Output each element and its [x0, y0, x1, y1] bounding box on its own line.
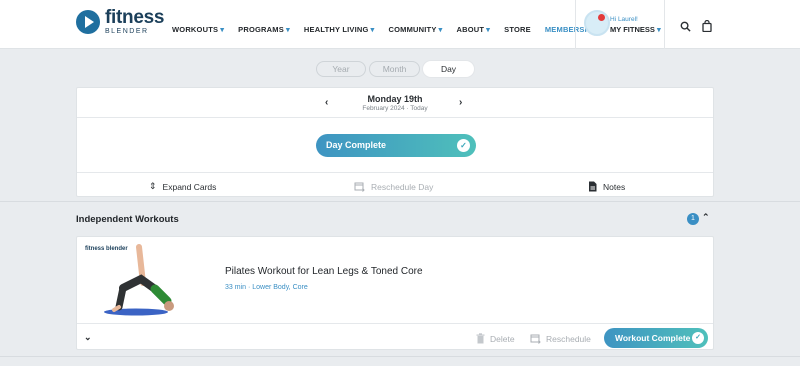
view-toggle-day[interactable]: Day — [423, 61, 474, 77]
logo-text-fitness: fitness — [105, 7, 165, 28]
reschedule-button[interactable]: Reschedule — [530, 333, 591, 344]
day-actions: ⇕ Expand Cards Reschedule Day Notes — [77, 172, 713, 198]
workout-complete-button[interactable]: Workout Complete ✓ — [604, 328, 708, 348]
day-panel: ‹ Monday 19th February 2024 · Today › Da… — [76, 87, 714, 197]
avatar[interactable] — [584, 10, 610, 36]
delete-button[interactable]: Delete — [476, 333, 515, 344]
user-greeting: Hi Laurel! — [610, 16, 638, 23]
nav-healthy-living[interactable]: HEALTHY LIVING ▾ — [304, 25, 375, 34]
shopping-bag-icon[interactable] — [702, 20, 712, 32]
workout-title[interactable]: Pilates Workout for Lean Legs & Toned Co… — [225, 266, 423, 277]
main-nav: WORKOUTS ▾ PROGRAMS ▾ HEALTHY LIVING ▾ COMM… — [172, 25, 612, 34]
chevron-down-icon[interactable]: ⌄ — [84, 332, 92, 343]
workout-card-footer: ⌄ Delete Reschedule Workout Complete ✓ — [77, 323, 713, 351]
nav-store[interactable]: STORE — [504, 25, 531, 34]
workout-card[interactable]: fitness blender Pilates Workout for Lean… — [76, 236, 714, 350]
chevron-down-icon: ▾ — [486, 25, 491, 34]
notification-dot — [598, 14, 605, 21]
chevron-down-icon: ▾ — [656, 25, 661, 34]
notes-button[interactable]: Notes — [588, 181, 625, 192]
user-menu[interactable]: Hi Laurel! MY FITNESS ▾ — [575, 0, 665, 49]
view-toggle-year[interactable]: Year — [316, 61, 366, 77]
view-toggle-month[interactable]: Month — [369, 61, 420, 77]
day-complete-button[interactable]: Day Complete ✓ — [316, 134, 476, 157]
check-icon: ✓ — [692, 332, 704, 344]
nav-workouts[interactable]: WORKOUTS ▾ — [172, 25, 224, 34]
reschedule-day-button[interactable]: Reschedule Day — [354, 181, 433, 192]
brand-logo[interactable]: fitness BLENDER — [76, 8, 164, 35]
chevron-up-icon[interactable]: ⌃ — [702, 212, 710, 223]
calendar-reschedule-icon — [530, 334, 541, 344]
workout-meta: 33 min · Lower Body, Core — [225, 284, 308, 291]
check-icon: ✓ — [457, 139, 470, 152]
expand-icon: ⇕ — [149, 181, 157, 191]
section-divider — [0, 201, 800, 202]
section-title: Independent Workouts — [76, 214, 179, 225]
chevron-right-icon[interactable]: › — [459, 97, 462, 108]
search-icon[interactable] — [680, 21, 691, 32]
bottom-divider — [0, 356, 800, 357]
chevron-down-icon: ▾ — [285, 25, 290, 34]
notes-icon — [589, 181, 597, 192]
thumbnail-logo: fitness blender — [85, 246, 128, 252]
logo-text-blender: BLENDER — [105, 28, 149, 35]
workout-thumbnail[interactable] — [81, 241, 191, 321]
date-subtitle: February 2024 · Today — [362, 105, 428, 112]
date-navigator: ‹ Monday 19th February 2024 · Today › — [77, 88, 713, 118]
date-title: Monday 19th — [367, 94, 423, 104]
chevron-down-icon: ▾ — [220, 25, 225, 34]
my-fitness-menu[interactable]: MY FITNESS ▾ — [610, 25, 661, 34]
expand-cards-button[interactable]: ⇕ Expand Cards — [149, 181, 216, 192]
nav-about[interactable]: ABOUT ▾ — [457, 25, 491, 34]
trash-icon — [476, 333, 485, 344]
nav-programs[interactable]: PROGRAMS ▾ — [238, 25, 290, 34]
logo-play-icon — [76, 9, 100, 34]
chevron-down-icon: ▾ — [370, 25, 375, 34]
site-header: fitness BLENDER WORKOUTS ▾ PROGRAMS ▾ HEAL… — [0, 0, 800, 49]
nav-community[interactable]: COMMUNITY ▾ — [388, 25, 442, 34]
chevron-down-icon: ▾ — [438, 25, 443, 34]
calendar-reschedule-icon — [354, 182, 365, 192]
workout-count-badge: 1 — [687, 213, 699, 225]
